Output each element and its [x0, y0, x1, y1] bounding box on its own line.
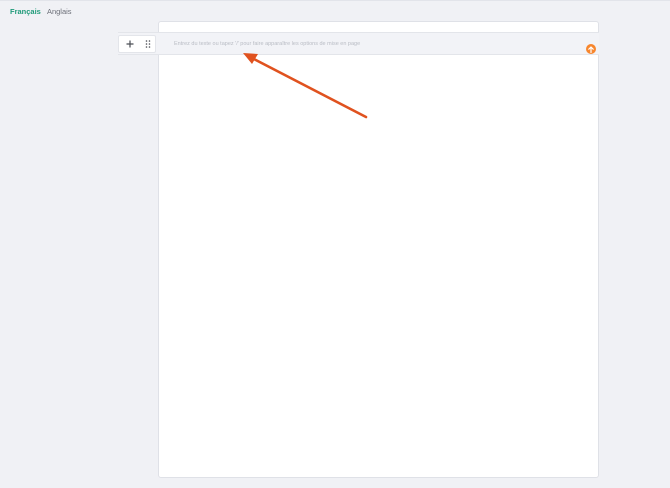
drag-handle-icon: [145, 40, 151, 48]
language-tabs: Français Anglais: [10, 7, 72, 17]
tab-anglais[interactable]: Anglais: [47, 7, 72, 17]
editor-block-row[interactable]: Entrez du texte ou tapez '/' pour faire …: [118, 32, 599, 55]
editor-canvas[interactable]: [158, 21, 599, 478]
tab-francais[interactable]: Français: [10, 7, 41, 17]
add-block-button[interactable]: [121, 36, 139, 52]
block-toolbar: [118, 35, 156, 53]
arrow-up-circle-icon: [588, 45, 594, 53]
editor-placeholder[interactable]: Entrez du texte ou tapez '/' pour faire …: [174, 40, 360, 48]
drag-handle-button[interactable]: [139, 36, 157, 52]
upload-badge[interactable]: [586, 44, 596, 54]
plus-icon: [126, 40, 134, 48]
top-divider: [0, 0, 670, 1]
